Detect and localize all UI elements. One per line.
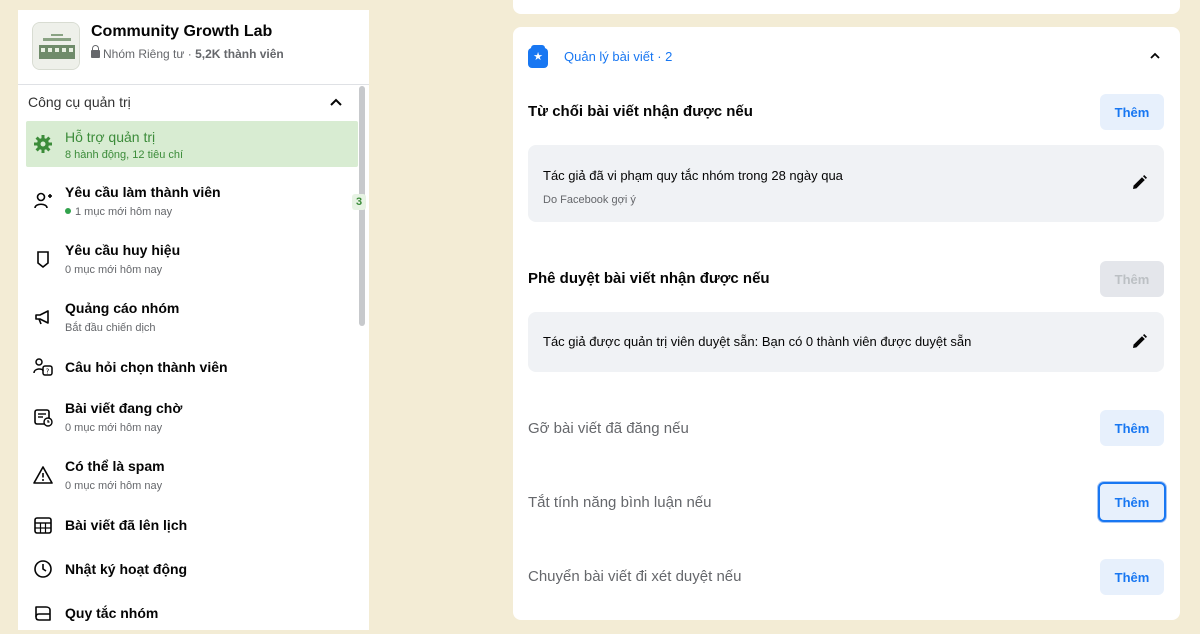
admin-tools-header[interactable]: Công cụ quản trị — [18, 85, 358, 121]
sidebar-item-sub: Bắt đầu chiến dịch — [65, 322, 156, 334]
post-management-icon: ★ — [528, 45, 548, 68]
rule-title-remove: Gỡ bài viết đã đăng nếu — [528, 420, 689, 437]
warning-icon — [32, 464, 54, 486]
sidebar-item-label: Có thể là spam — [65, 458, 165, 474]
sidebar-item-potential-spam[interactable]: Có thể là spam 0 mục mới hôm nay — [26, 452, 358, 498]
group-privacy: Nhóm Riêng tư · — [103, 47, 196, 61]
count-badge: 3 — [352, 194, 366, 210]
badge-icon — [32, 248, 54, 270]
sidebar-item-label: Câu hỏi chọn thành viên — [65, 359, 228, 375]
condition-card: Tác giả đã vi phạm quy tắc nhóm trong 28… — [528, 145, 1164, 222]
clock-icon — [32, 558, 54, 580]
sidebar-item-pending-posts[interactable]: Bài viết đang chờ 0 mục mới hôm nay — [26, 394, 358, 440]
new-dot-icon — [65, 208, 71, 214]
rule-title-send-for-review: Chuyển bài viết đi xét duyệt nếu — [528, 568, 742, 585]
post-management-card: ★ Quản lý bài viết · 2 Từ chối bài viết … — [513, 27, 1180, 620]
condition-card: Tác giả được quản trị viên duyệt sẵn: Bạ… — [528, 312, 1164, 372]
add-decline-condition-button[interactable]: Thêm — [1100, 94, 1164, 130]
group-member-count: 5,2K thành viên — [195, 47, 284, 61]
edit-pencil-icon[interactable] — [1130, 333, 1148, 351]
sidebar-item-label: Quảng cáo nhóm — [65, 300, 180, 316]
group-meta: Nhóm Riêng tư · 5,2K thành viên — [91, 45, 284, 61]
chevron-up-icon[interactable] — [1149, 50, 1161, 64]
pending-post-icon — [32, 406, 54, 428]
previous-card — [513, 0, 1180, 14]
admin-sidebar: Community Growth Lab Nhóm Riêng tư · 5,2… — [18, 10, 369, 630]
admin-tools-title: Công cụ quản trị — [28, 94, 131, 110]
group-header[interactable]: Community Growth Lab Nhóm Riêng tư · 5,2… — [18, 10, 369, 85]
book-icon — [32, 602, 54, 624]
sidebar-item-admin-assist[interactable]: Hỗ trợ quản trị 8 hành động, 12 tiêu chí — [26, 121, 358, 167]
sidebar-item-sub: 8 hành động, 12 tiêu chí — [65, 149, 184, 161]
sidebar-item-group-rules[interactable]: Quy tắc nhóm — [26, 598, 358, 628]
lock-icon — [91, 45, 100, 58]
rule-title-turn-off-comments: Tắt tính năng bình luận nếu — [528, 494, 712, 511]
sidebar-item-label: Yêu cầu huy hiệu — [65, 242, 181, 258]
sidebar-item-membership-requests[interactable]: Yêu cầu làm thành viên 1 mục mới hôm nay… — [26, 178, 366, 224]
sidebar-item-scheduled-posts[interactable]: Bài viết đã lên lịch — [26, 510, 358, 540]
rule-title-decline: Từ chối bài viết nhận được nếu — [528, 103, 753, 120]
add-comments-condition-button[interactable]: Thêm — [1098, 482, 1166, 522]
sidebar-item-sub-text: 1 mục mới hôm nay — [75, 206, 173, 218]
sidebar-item-membership-questions[interactable]: ? Câu hỏi chọn thành viên — [26, 352, 358, 382]
sidebar-item-activity-log[interactable]: Nhật ký hoạt động — [26, 554, 358, 584]
sidebar-item-group-ads[interactable]: Quảng cáo nhóm Bắt đầu chiến dịch — [26, 294, 358, 340]
add-person-icon — [32, 190, 54, 212]
sidebar-item-label: Quy tắc nhóm — [65, 605, 159, 621]
sidebar-item-label: Bài viết đang chờ — [65, 400, 183, 416]
person-question-icon: ? — [32, 356, 54, 378]
sidebar-item-label: Bài viết đã lên lịch — [65, 517, 188, 533]
add-review-condition-button[interactable]: Thêm — [1100, 559, 1164, 595]
sidebar-item-label: Yêu cầu làm thành viên — [65, 184, 221, 200]
sidebar-item-label: Hỗ trợ quản trị — [65, 129, 156, 145]
group-name[interactable]: Community Growth Lab — [91, 23, 272, 41]
gear-icon — [32, 133, 54, 155]
group-avatar — [32, 22, 80, 70]
edit-pencil-icon[interactable] — [1130, 174, 1148, 192]
chevron-up-icon[interactable] — [330, 95, 342, 110]
sidebar-item-sub: 0 mục mới hôm nay — [65, 264, 163, 276]
sidebar-item-badge-requests[interactable]: Yêu cầu huy hiệu 0 mục mới hôm nay — [26, 236, 358, 282]
add-remove-condition-button[interactable]: Thêm — [1100, 410, 1164, 446]
condition-source: Do Facebook gợi ý — [543, 194, 636, 206]
add-approve-condition-button[interactable]: Thêm — [1100, 261, 1164, 297]
section-title[interactable]: Quản lý bài viết · 2 — [564, 49, 672, 64]
sidebar-item-sub: 0 mục mới hôm nay — [65, 422, 163, 434]
svg-text:?: ? — [46, 368, 50, 376]
condition-text: Tác giả được quản trị viên duyệt sẵn: Bạ… — [543, 334, 972, 349]
sidebar-item-label: Nhật ký hoạt động — [65, 561, 188, 577]
calendar-icon — [32, 514, 54, 536]
sidebar-item-sub: 1 mục mới hôm nay — [65, 206, 172, 218]
rule-title-approve: Phê duyệt bài viết nhận được nếu — [528, 270, 770, 287]
megaphone-icon — [32, 306, 54, 328]
condition-text: Tác giả đã vi phạm quy tắc nhóm trong 28… — [543, 168, 843, 183]
sidebar-item-sub: 0 mục mới hôm nay — [65, 480, 163, 492]
